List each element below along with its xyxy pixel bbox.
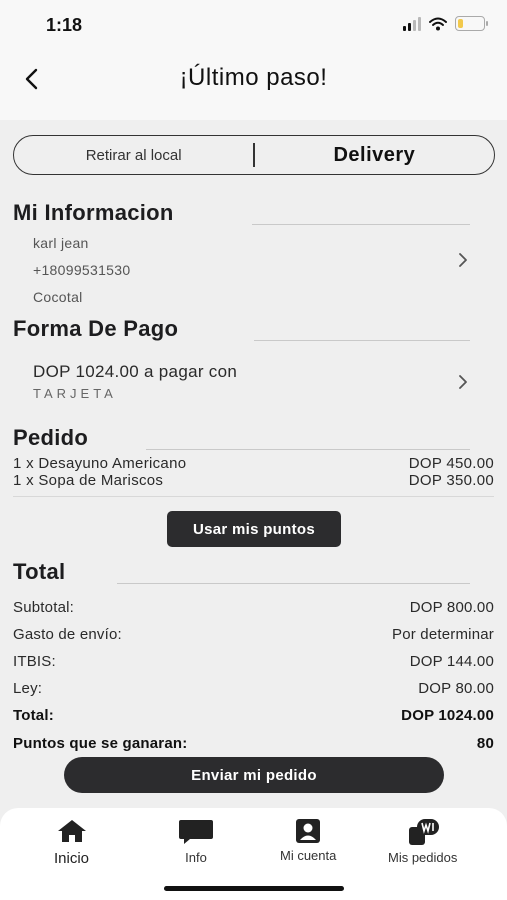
order-divider [13, 496, 494, 497]
info-section-title: Mi Informacion [13, 200, 174, 225]
section-divider [146, 449, 470, 450]
total-section-title: Total [13, 559, 66, 584]
chevron-right-icon [459, 253, 467, 267]
payment-method-name: TARJETA [33, 386, 117, 401]
itbis-row: ITBIS: DOP 144.00 [13, 653, 494, 670]
home-icon [57, 820, 86, 842]
submit-order-button[interactable]: Enviar mi pedido [64, 757, 444, 793]
section-divider [254, 340, 470, 341]
subtotal-row: Subtotal: DOP 800.00 [13, 599, 494, 616]
total-row-label: Puntos que se ganaran: [13, 735, 188, 752]
user-location: Cocotal [33, 289, 83, 305]
user-phone: +18099531530 [33, 262, 131, 278]
total-row-value: DOP 800.00 [409, 599, 494, 616]
order-item-label: 1 x Sopa de Mariscos [13, 472, 164, 489]
delivery-option[interactable]: Delivery [255, 144, 494, 167]
tab-inicio[interactable]: Inicio [54, 818, 89, 867]
payment-section-title: Forma De Pago [13, 316, 179, 341]
total-row-value: DOP 80.00 [418, 680, 494, 697]
grand-total-row: Total: DOP 1024.00 [13, 707, 494, 724]
tab-label: Mis pedidos [388, 850, 458, 865]
order-item: 1 x Desayuno Americano DOP 450.00 [13, 455, 494, 472]
total-row-value: 80 [476, 735, 494, 752]
nav-header: ¡Último paso! [0, 48, 507, 120]
user-name: karl jean [33, 235, 89, 251]
orders-icon [408, 819, 439, 845]
user-info-row[interactable]: karl jean +18099531530 Cocotal [33, 234, 473, 312]
total-row-label: Total: [13, 707, 54, 724]
chat-icon [179, 820, 213, 844]
section-divider [252, 224, 470, 225]
total-row-value: DOP 144.00 [409, 653, 494, 670]
account-icon [296, 819, 321, 843]
tab-label: Inicio [54, 850, 90, 867]
shipping-row: Gasto de envío: Por determinar [13, 626, 494, 643]
tab-label: Info [185, 850, 207, 865]
law-fee-row: Ley: DOP 80.00 [13, 680, 494, 697]
total-row-value: Por determinar [391, 626, 494, 643]
status-icons [403, 16, 488, 31]
page-title: ¡Último paso! [179, 64, 328, 91]
order-item-label: 1 x Desayuno Americano [13, 455, 187, 472]
wifi-icon [429, 17, 447, 30]
battery-icon [455, 16, 488, 31]
tab-label: Mi cuenta [280, 848, 337, 863]
total-row-label: ITBIS: [13, 653, 56, 670]
payment-method-row[interactable]: DOP 1024.00 a pagar con TARJETA [33, 362, 473, 406]
tab-mi-cuenta[interactable]: Mi cuenta [280, 818, 336, 863]
total-row-label: Subtotal: [13, 599, 75, 616]
chevron-right-icon [459, 375, 467, 389]
status-bar: 1:18 [0, 0, 507, 48]
total-row-label: Gasto de envío: [13, 626, 122, 643]
total-row-value: DOP 1024.00 [401, 707, 494, 724]
signal-icon [403, 16, 421, 31]
use-points-button[interactable]: Usar mis puntos [167, 511, 341, 547]
total-row-label: Ley: [13, 680, 43, 697]
delivery-mode-toggle[interactable]: Retirar al local Delivery [13, 135, 495, 175]
order-item-price: DOP 450.00 [408, 455, 494, 472]
order-item: 1 x Sopa de Mariscos DOP 350.00 [13, 472, 494, 489]
order-section-title: Pedido [13, 425, 89, 450]
tab-info[interactable]: Info [178, 818, 214, 865]
points-earned-row: Puntos que se ganaran: 80 [13, 735, 494, 752]
order-item-price: DOP 350.00 [408, 472, 494, 489]
home-indicator [164, 886, 344, 891]
status-time: 1:18 [46, 15, 83, 35]
pickup-option[interactable]: Retirar al local [14, 147, 253, 164]
tab-bar: Inicio Info Mi cuenta Mis pedidos [0, 808, 507, 900]
section-divider [117, 583, 470, 584]
tab-mis-pedidos[interactable]: Mis pedidos [388, 818, 457, 865]
payment-amount-text: DOP 1024.00 a pagar con [33, 362, 238, 381]
